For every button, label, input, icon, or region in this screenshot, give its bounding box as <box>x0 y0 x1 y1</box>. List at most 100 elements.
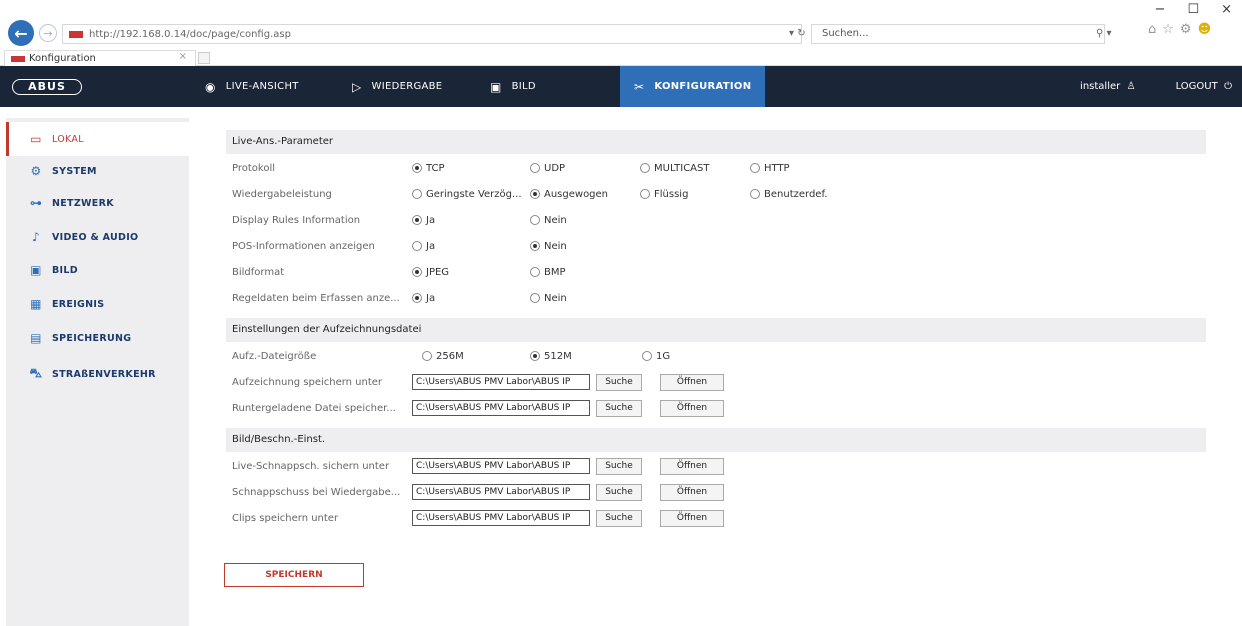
sidebar-item-label: EREIGNIS <box>52 298 105 310</box>
refresh-icon[interactable]: ▾ ↻ <box>789 24 806 44</box>
traffic-icon: ⛍ <box>29 366 43 380</box>
settings-gear-icon[interactable]: ⚙ <box>1180 22 1192 37</box>
tab-title: Konfiguration <box>29 53 96 64</box>
radio-protocol-multicast[interactable]: MULTICAST <box>640 163 709 174</box>
nav-image[interactable]: ▣ BILD <box>490 66 536 107</box>
nav-playback[interactable]: ▷ WIEDERGABE <box>352 66 442 107</box>
monitor-icon: ▭ <box>30 132 42 146</box>
playback-snapshot-open-button[interactable]: Öffnen <box>660 483 724 501</box>
window-controls: − ☐ × <box>1155 2 1232 17</box>
clips-open-button[interactable]: Öffnen <box>660 509 724 527</box>
save-download-label: Runtergeladene Datei speicher... <box>232 402 396 414</box>
site-favicon-icon <box>69 30 83 38</box>
logout-button[interactable]: LOGOUT ⏻ <box>1176 81 1232 92</box>
radio-ruledata-no[interactable]: Nein <box>530 293 567 304</box>
save-record-label: Aufzeichnung speichern unter <box>232 376 383 388</box>
maximize-icon[interactable]: ☐ <box>1187 2 1199 17</box>
clips-path-input[interactable]: C:\Users\ABUS PMV Labor\ABUS IP <box>412 510 590 526</box>
save-button[interactable]: SPEICHERN <box>224 563 364 587</box>
rules-info-label: Display Rules Information <box>232 214 361 226</box>
new-tab-button[interactable] <box>198 52 210 64</box>
sidebar-item-event[interactable]: ▦ EREIGNIS <box>6 287 189 321</box>
protocol-label: Protokoll <box>232 162 276 174</box>
feedback-smiley-icon[interactable]: ☻ <box>1198 22 1212 37</box>
storage-icon: ▤ <box>30 331 42 345</box>
radio-pos-no[interactable]: Nein <box>530 241 567 252</box>
sidebar-item-network[interactable]: ⊶ NETZWERK <box>6 186 189 220</box>
save-download-open-button[interactable]: Öffnen <box>660 399 724 417</box>
radio-perf-balanced[interactable]: Ausgewogen <box>530 189 608 200</box>
home-icon[interactable]: ⌂ <box>1148 22 1156 37</box>
sidebar-item-label: SYSTEM <box>52 165 97 177</box>
favorites-star-icon[interactable]: ☆ <box>1162 22 1174 37</box>
microphone-icon: ♪ <box>32 230 40 244</box>
radio-rules-yes[interactable]: Ja <box>412 215 435 226</box>
sidebar-item-label: SPEICHERUNG <box>52 332 132 344</box>
browser-tab[interactable]: Konfiguration × <box>4 50 196 66</box>
power-icon: ⏻ <box>1224 81 1232 92</box>
radio-rules-no[interactable]: Nein <box>530 215 567 226</box>
section-live-params: Live-Ans.-Parameter <box>226 130 1206 154</box>
forward-icon[interactable]: → <box>39 24 57 42</box>
radio-size-256m[interactable]: 256M <box>422 351 464 362</box>
eye-icon: ◉ <box>205 79 216 94</box>
save-record-browse-button[interactable]: Suche <box>596 373 642 391</box>
playback-snapshot-path-input[interactable]: C:\Users\ABUS PMV Labor\ABUS IP <box>412 484 590 500</box>
nav-live-label: LIVE-ANSICHT <box>225 81 299 92</box>
nav-config-label: KONFIGURATION <box>654 81 752 92</box>
browser-tab-bar: Konfiguration × <box>0 48 1242 66</box>
radio-ruledata-yes[interactable]: Ja <box>412 293 435 304</box>
save-download-browse-button[interactable]: Suche <box>596 399 642 417</box>
radio-format-jpeg[interactable]: JPEG <box>412 267 449 278</box>
radio-pos-yes[interactable]: Ja <box>412 241 435 252</box>
section-image-settings: Bild/Beschn.-Einst. <box>226 428 1206 452</box>
app-navbar: ABUS ◉ LIVE-ANSICHT ▷ WIEDERGABE ▣ BILD … <box>0 66 1242 107</box>
playback-snapshot-browse-button[interactable]: Suche <box>596 483 642 501</box>
search-icon[interactable]: ⚲ ▾ <box>1096 24 1112 44</box>
live-snapshot-browse-button[interactable]: Suche <box>596 457 642 475</box>
save-record-open-button[interactable]: Öffnen <box>660 373 724 391</box>
sidebar-item-label: STRAßENVERKEHR <box>52 368 156 380</box>
radio-perf-lowest-delay[interactable]: Geringste Verzög... <box>412 189 522 200</box>
sidebar-item-label: NETZWERK <box>52 197 114 209</box>
clips-browse-button[interactable]: Suche <box>596 509 642 527</box>
sidebar-item-traffic[interactable]: ⛍ STRAßENVERKEHR <box>6 357 189 391</box>
sidebar-item-system[interactable]: ⚙ SYSTEM <box>6 154 189 188</box>
address-bar[interactable]: http://192.168.0.14/doc/page/config.asp <box>62 24 802 44</box>
filesize-label: Aufz.-Dateigröße <box>232 350 317 362</box>
radio-protocol-udp[interactable]: UDP <box>530 163 565 174</box>
image-icon: ▣ <box>30 263 42 277</box>
tab-close-icon[interactable]: × <box>179 51 187 62</box>
live-snapshot-open-button[interactable]: Öffnen <box>660 457 724 475</box>
window-close-icon[interactable]: × <box>1221 2 1232 17</box>
save-record-path-input[interactable]: C:\Users\ABUS PMV Labor\ABUS IP <box>412 374 590 390</box>
sidebar-item-label: BILD <box>52 264 78 276</box>
sidebar: ▭ LOKAL ⚙ SYSTEM ⊶ NETZWERK ♪ VIDEO & AU… <box>6 118 189 626</box>
sidebar-item-image[interactable]: ▣ BILD <box>6 253 189 287</box>
network-icon: ⊶ <box>29 196 43 210</box>
performance-label: Wiedergabeleistung <box>232 188 332 200</box>
system-icon: ⚙ <box>30 164 42 178</box>
calendar-icon: ▦ <box>30 297 42 311</box>
radio-protocol-tcp[interactable]: TCP <box>412 163 445 174</box>
back-icon[interactable]: ← <box>8 20 34 46</box>
sidebar-item-video-audio[interactable]: ♪ VIDEO & AUDIO <box>6 220 189 254</box>
user-name[interactable]: installer ♙ <box>1080 81 1136 92</box>
radio-size-512m[interactable]: 512M <box>530 351 572 362</box>
radio-perf-fluent[interactable]: Flüssig <box>640 189 688 200</box>
save-download-path-input[interactable]: C:\Users\ABUS PMV Labor\ABUS IP <box>412 400 590 416</box>
nav-live-view[interactable]: ◉ LIVE-ANSICHT <box>205 66 299 107</box>
browser-search-input[interactable]: Suchen... <box>811 24 1105 44</box>
rule-data-label: Regeldaten beim Erfassen anze... <box>232 292 400 304</box>
radio-size-1g[interactable]: 1G <box>642 351 670 362</box>
nav-configuration[interactable]: ✂ KONFIGURATION <box>620 66 766 107</box>
radio-protocol-http[interactable]: HTTP <box>750 163 790 174</box>
tab-favicon-icon <box>11 55 25 62</box>
radio-perf-custom[interactable]: Benutzerdef. <box>750 189 827 200</box>
sidebar-item-label: VIDEO & AUDIO <box>52 231 139 243</box>
live-snapshot-path-input[interactable]: C:\Users\ABUS PMV Labor\ABUS IP <box>412 458 590 474</box>
minimize-icon[interactable]: − <box>1155 2 1166 17</box>
sidebar-item-local[interactable]: ▭ LOKAL <box>6 122 189 156</box>
sidebar-item-storage[interactable]: ▤ SPEICHERUNG <box>6 321 189 355</box>
radio-format-bmp[interactable]: BMP <box>530 267 566 278</box>
